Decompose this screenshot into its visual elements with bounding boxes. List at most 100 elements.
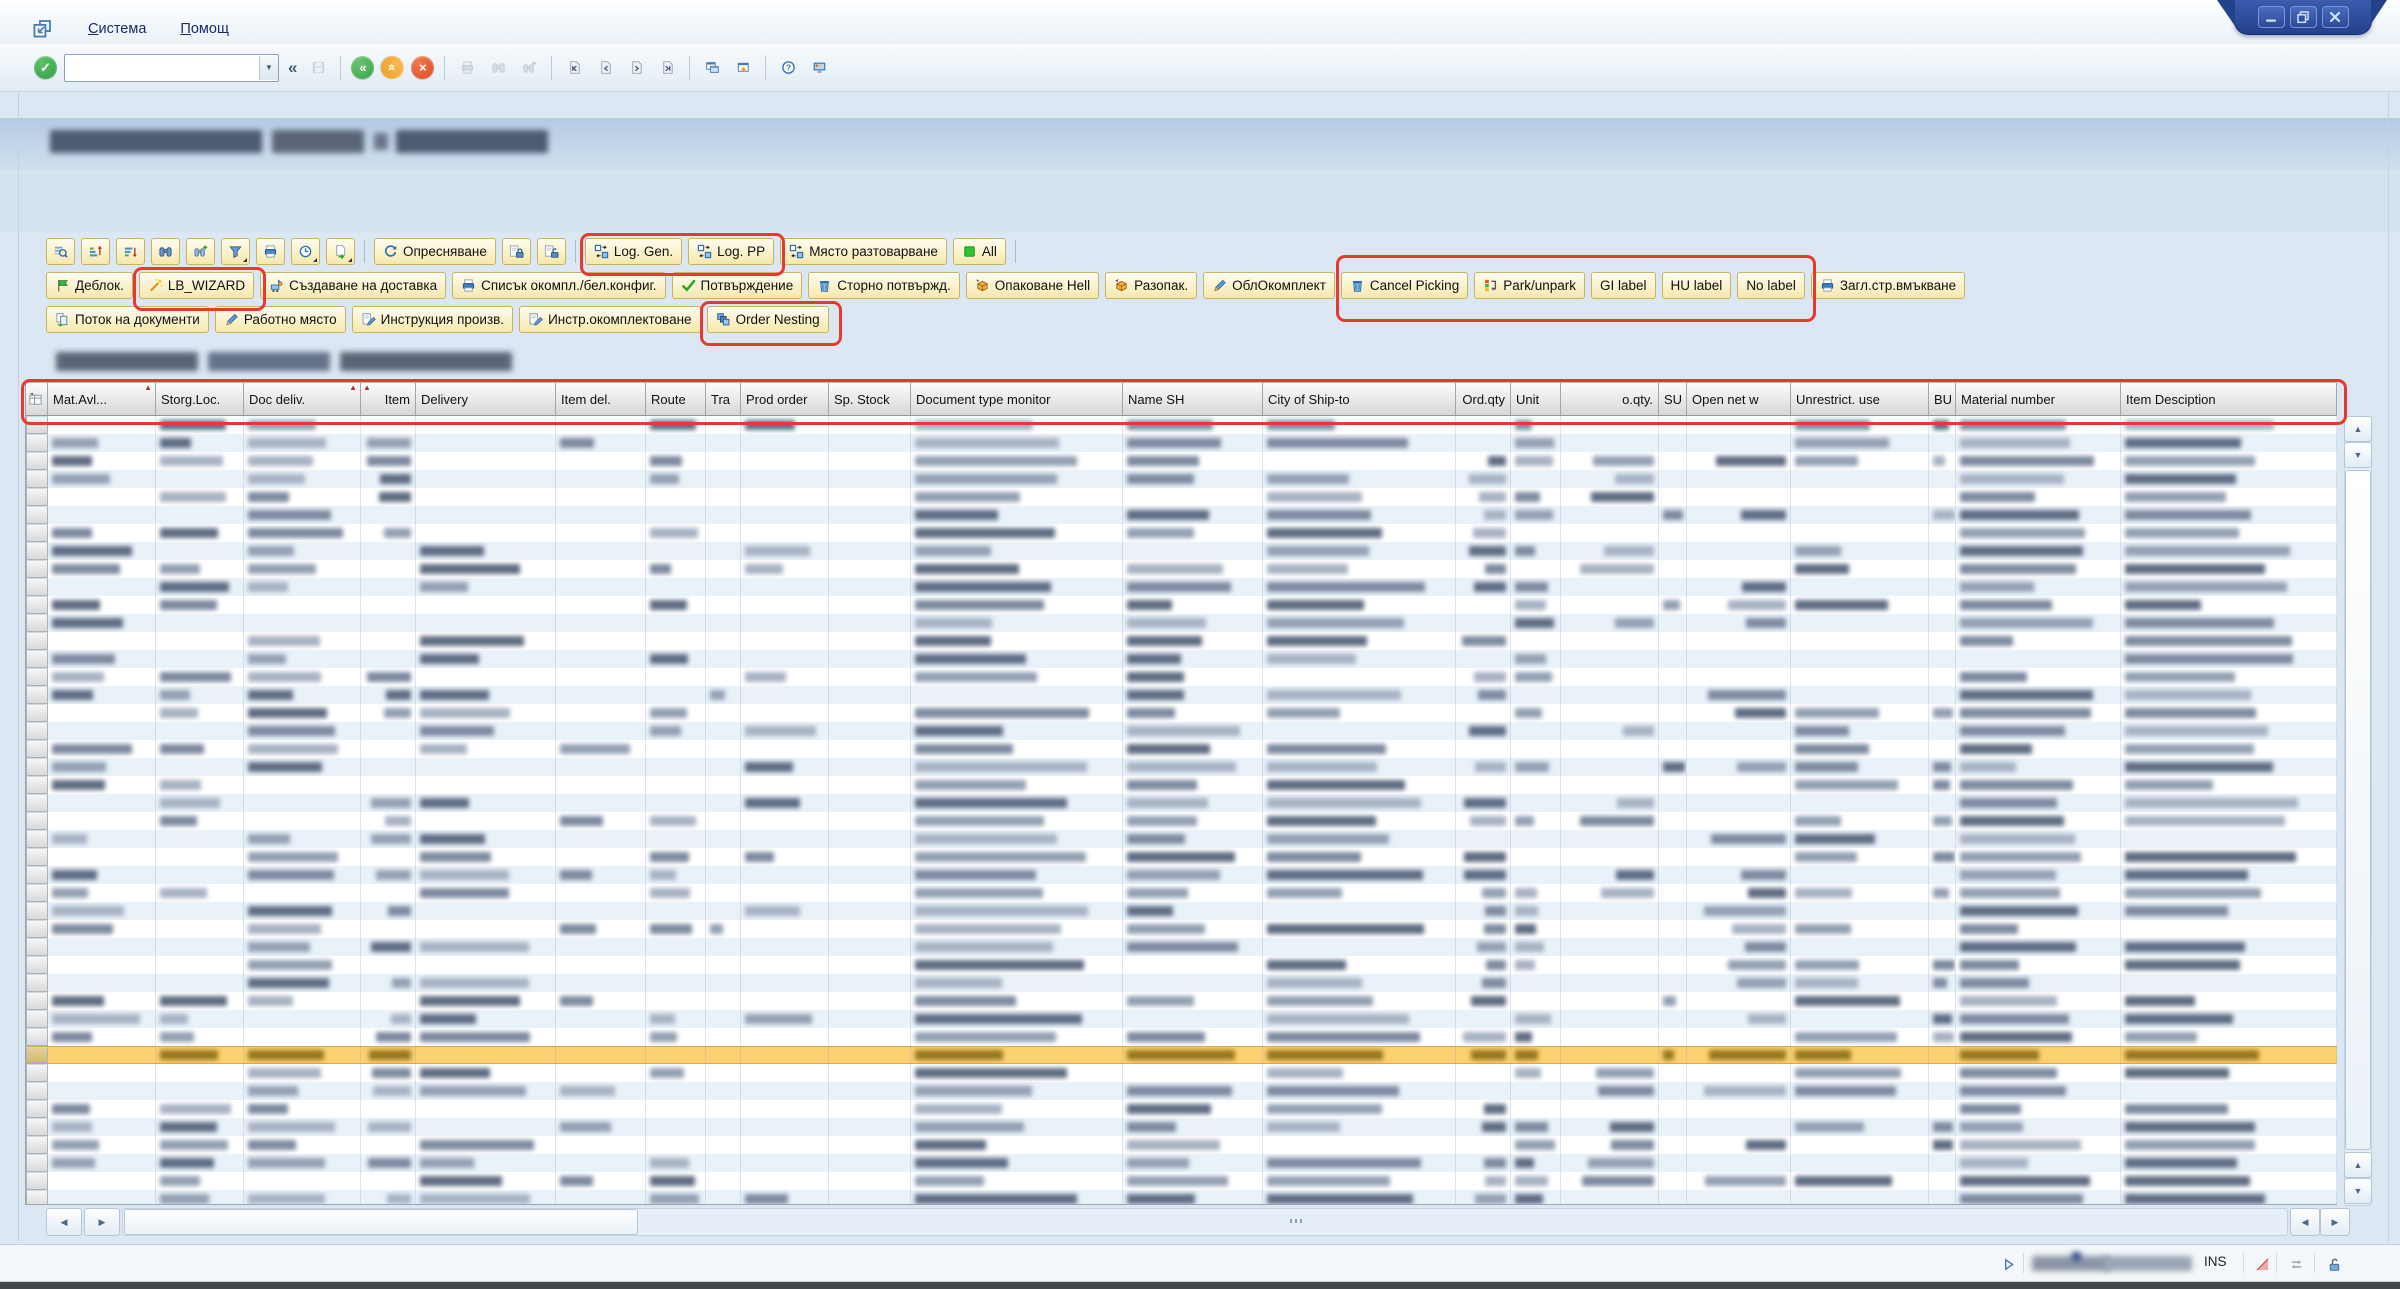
- table-row[interactable]: [26, 1082, 2337, 1100]
- scroll-down-icon[interactable]: ▼: [2344, 442, 2372, 468]
- table-row[interactable]: [26, 1100, 2337, 1118]
- menu-system[interactable]: Система: [88, 21, 146, 37]
- table-row[interactable]: [26, 668, 2337, 686]
- списък-окомпл-бел-конфиг-button[interactable]: Списък окомпл./бел.конфиг.: [452, 272, 666, 299]
- command-dropdown-icon[interactable]: ▼: [259, 55, 278, 80]
- log-gen-button[interactable]: Log. Gen.: [584, 238, 683, 265]
- set-filter-button[interactable]: [221, 238, 250, 265]
- сторно-потвържд-button[interactable]: Сторно потвържд.: [808, 272, 960, 299]
- column-header-name-sh[interactable]: Name SH: [1123, 382, 1263, 416]
- поток-на-документи-button[interactable]: Поток на документи: [46, 306, 209, 333]
- row-selector[interactable]: [26, 974, 48, 992]
- table-row[interactable]: [26, 794, 2337, 812]
- инструкция-произв-button[interactable]: Инструкция произв.: [351, 306, 514, 333]
- lock-list-button[interactable]: [501, 238, 531, 265]
- table-row[interactable]: [26, 650, 2337, 668]
- table-row[interactable]: [26, 830, 2337, 848]
- all-button[interactable]: All: [952, 238, 1006, 265]
- export-button[interactable]: [326, 238, 355, 265]
- row-selector[interactable]: [26, 830, 48, 848]
- restore-button[interactable]: [2289, 6, 2317, 28]
- scroll-up-bottom-icon[interactable]: ▲: [2344, 1152, 2372, 1178]
- row-selector[interactable]: [26, 1047, 48, 1063]
- horizontal-scroll-thumb[interactable]: [124, 1209, 638, 1235]
- column-header-document-type-monitor[interactable]: Document type monitor: [911, 382, 1123, 416]
- column-header-tra[interactable]: Tra: [706, 382, 741, 416]
- table-row[interactable]: [26, 632, 2337, 650]
- interaction-icon[interactable]: [2284, 1252, 2308, 1276]
- table-row[interactable]: [26, 614, 2337, 632]
- collapse-icon[interactable]: «: [288, 58, 297, 78]
- table-row[interactable]: [26, 776, 2337, 794]
- row-selector[interactable]: [26, 866, 48, 884]
- unlock-icon[interactable]: [2322, 1252, 2346, 1276]
- row-selector[interactable]: [26, 1082, 48, 1100]
- row-selector[interactable]: [26, 1190, 48, 1204]
- row-selector[interactable]: [26, 668, 48, 686]
- table-row-selected[interactable]: [26, 1046, 2337, 1064]
- table-row[interactable]: [26, 524, 2337, 542]
- column-header-storg-loc[interactable]: Storg.Loc.: [156, 382, 244, 416]
- table-row[interactable]: [26, 506, 2337, 524]
- облокомплект-button[interactable]: ОблОкомплект: [1203, 272, 1335, 299]
- sort-descending-button[interactable]: [116, 238, 145, 265]
- работно-място-button[interactable]: Работно място: [214, 306, 346, 333]
- table-row[interactable]: [26, 578, 2337, 596]
- създаване-на-доставка-button[interactable]: Създаване на доставка: [260, 272, 447, 299]
- row-selector[interactable]: [26, 740, 48, 758]
- order-nesting-button[interactable]: Order Nesting: [706, 306, 829, 333]
- row-selector[interactable]: [26, 1028, 48, 1046]
- row-selector[interactable]: [26, 650, 48, 668]
- create-shortcut-icon[interactable]: [731, 56, 755, 80]
- find-button[interactable]: [151, 238, 180, 265]
- table-row[interactable]: [26, 992, 2337, 1010]
- table-row[interactable]: [26, 434, 2337, 452]
- lb-wizard-button[interactable]: LB_WIZARD: [138, 272, 255, 299]
- row-selector[interactable]: [26, 1064, 48, 1082]
- hu-label-button[interactable]: HU label: [1661, 272, 1732, 299]
- row-selector[interactable]: [26, 1154, 48, 1172]
- table-row[interactable]: [26, 812, 2337, 830]
- find-icon[interactable]: [486, 56, 510, 80]
- row-selector[interactable]: [26, 506, 48, 524]
- table-row[interactable]: [26, 920, 2337, 938]
- back-icon[interactable]: «: [351, 56, 375, 79]
- разопак-button[interactable]: Разопак.: [1105, 272, 1198, 299]
- table-row[interactable]: [26, 1028, 2337, 1046]
- column-header-item[interactable]: Item ▲: [361, 382, 416, 416]
- column-header-material-number[interactable]: Material number: [1956, 382, 2121, 416]
- column-header-route[interactable]: Route: [646, 382, 706, 416]
- column-header-delivery[interactable]: Delivery: [416, 382, 556, 416]
- table-row[interactable]: [26, 488, 2337, 506]
- потвърждение-button[interactable]: Потвърждение: [671, 272, 803, 299]
- column-header-doc-deliv[interactable]: Doc deliv. ▲: [244, 382, 361, 416]
- row-selector[interactable]: [26, 956, 48, 974]
- row-selector[interactable]: [26, 758, 48, 776]
- row-selector[interactable]: [26, 722, 48, 740]
- table-row[interactable]: [26, 704, 2337, 722]
- column-header-sp-stock[interactable]: Sp. Stock: [829, 382, 911, 416]
- command-input[interactable]: [65, 56, 259, 79]
- insert-mode-indicator[interactable]: INS: [2204, 1254, 2227, 1269]
- column-header-unit[interactable]: Unit: [1511, 382, 1561, 416]
- select-all-corner[interactable]: [26, 382, 48, 416]
- unlock-list-button[interactable]: [536, 238, 566, 265]
- row-selector[interactable]: [26, 470, 48, 488]
- sort-ascending-button[interactable]: [81, 238, 110, 265]
- загл-стр-вмъкване-button[interactable]: Загл.стр.вмъкване: [1810, 272, 1966, 299]
- table-row[interactable]: [26, 1172, 2337, 1190]
- scroll-right-icon[interactable]: ▶: [84, 1208, 120, 1236]
- column-header-prod-order[interactable]: Prod order: [741, 382, 829, 416]
- log-pp-button[interactable]: Log. PP: [688, 238, 775, 265]
- column-header-ord-qty[interactable]: Ord.qty: [1456, 382, 1511, 416]
- help-icon[interactable]: ?: [776, 56, 800, 80]
- views-button[interactable]: [291, 238, 320, 265]
- row-selector[interactable]: [26, 488, 48, 506]
- row-selector[interactable]: [26, 686, 48, 704]
- first-page-icon[interactable]: [562, 56, 586, 80]
- close-button[interactable]: [2321, 6, 2349, 28]
- gui-settings-icon[interactable]: [807, 56, 831, 80]
- row-selector[interactable]: [26, 794, 48, 812]
- exit-icon[interactable]: «: [381, 56, 405, 79]
- table-row[interactable]: [26, 1136, 2337, 1154]
